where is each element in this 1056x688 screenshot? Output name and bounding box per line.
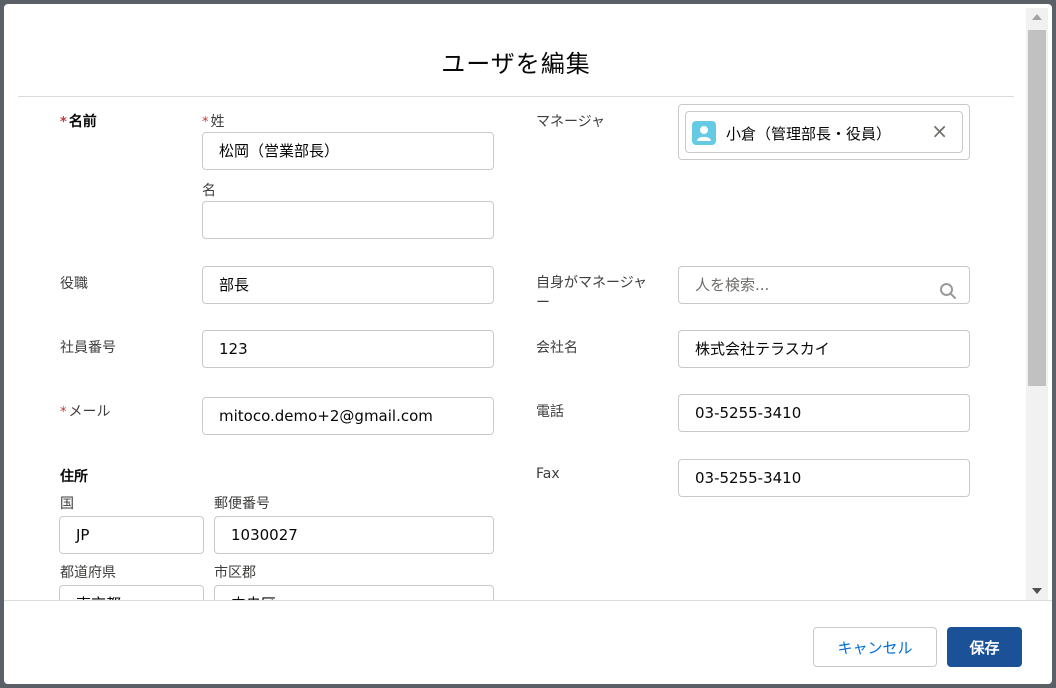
save-button[interactable]: 保存	[947, 627, 1022, 667]
required-mark: *	[60, 115, 67, 130]
edit-user-modal: ユーザを編集 * 名前 * 姓 松岡（営業部長） 名 役職 部長 社員番号 123 …	[4, 4, 1052, 684]
employee-number-input[interactable]: 123	[202, 330, 494, 368]
close-icon[interactable]: ×	[931, 121, 948, 141]
delegated-approver-label: 自身がマネージャ ー	[536, 275, 648, 311]
delegated-approver-search-input[interactable]: 人を検索...	[678, 266, 970, 304]
scroll-up-icon[interactable]	[1032, 14, 1042, 20]
scrollbar[interactable]	[1026, 8, 1048, 600]
modal-title: ユーザを編集	[441, 50, 591, 78]
postal-code-label: 郵便番号	[214, 496, 270, 512]
manager-lookup[interactable]: 小倉（管理部長・役員） ×	[678, 104, 970, 160]
city-input[interactable]: 中央区	[214, 585, 494, 600]
postal-code-input[interactable]: 1030027	[214, 516, 494, 554]
modal-footer: キャンセル 保存	[4, 600, 1052, 684]
cancel-button[interactable]: キャンセル	[813, 627, 937, 667]
phone-input[interactable]: 03-5255-3410	[678, 394, 970, 432]
address-label: 住所	[60, 469, 88, 485]
title-label: 役職	[60, 276, 88, 292]
country-label: 国	[60, 496, 74, 512]
manager-value: 小倉（管理部長・役員）	[726, 125, 892, 143]
scrollbar-thumb[interactable]	[1028, 30, 1046, 386]
city-label: 市区郡	[214, 565, 256, 581]
last-name-input[interactable]: 松岡（営業部長）	[202, 132, 494, 170]
country-input[interactable]: JP	[59, 516, 204, 554]
state-label: 都道府県	[60, 565, 116, 581]
user-icon	[692, 121, 716, 145]
phone-label: 電話	[536, 404, 564, 420]
name-label: * 名前	[60, 114, 97, 130]
email-input[interactable]: mitoco.demo+2@gmail.com	[202, 397, 494, 435]
manager-pill[interactable]: 小倉（管理部長・役員） ×	[685, 111, 963, 153]
required-mark: *	[202, 115, 209, 130]
manager-label: マネージャ	[536, 114, 606, 130]
modal-header: ユーザを編集	[18, 4, 1014, 97]
first-name-label: 名	[202, 183, 216, 199]
search-icon	[939, 277, 957, 299]
fax-input[interactable]: 03-5255-3410	[678, 459, 970, 497]
modal-body: * 名前 * 姓 松岡（営業部長） 名 役職 部長 社員番号 123 * メール mi…	[4, 97, 1026, 600]
company-input[interactable]: 株式会社テラスカイ	[678, 330, 970, 368]
title-input[interactable]: 部長	[202, 266, 494, 304]
required-mark: *	[60, 405, 67, 420]
company-label: 会社名	[536, 340, 578, 356]
first-name-input[interactable]	[202, 201, 494, 239]
state-input[interactable]: 東京都	[59, 585, 204, 600]
employee-number-label: 社員番号	[60, 340, 116, 356]
fax-label: Fax	[536, 466, 560, 482]
email-label: * メール	[60, 404, 111, 420]
last-name-label: * 姓	[202, 114, 225, 130]
scroll-down-icon[interactable]	[1032, 588, 1042, 594]
